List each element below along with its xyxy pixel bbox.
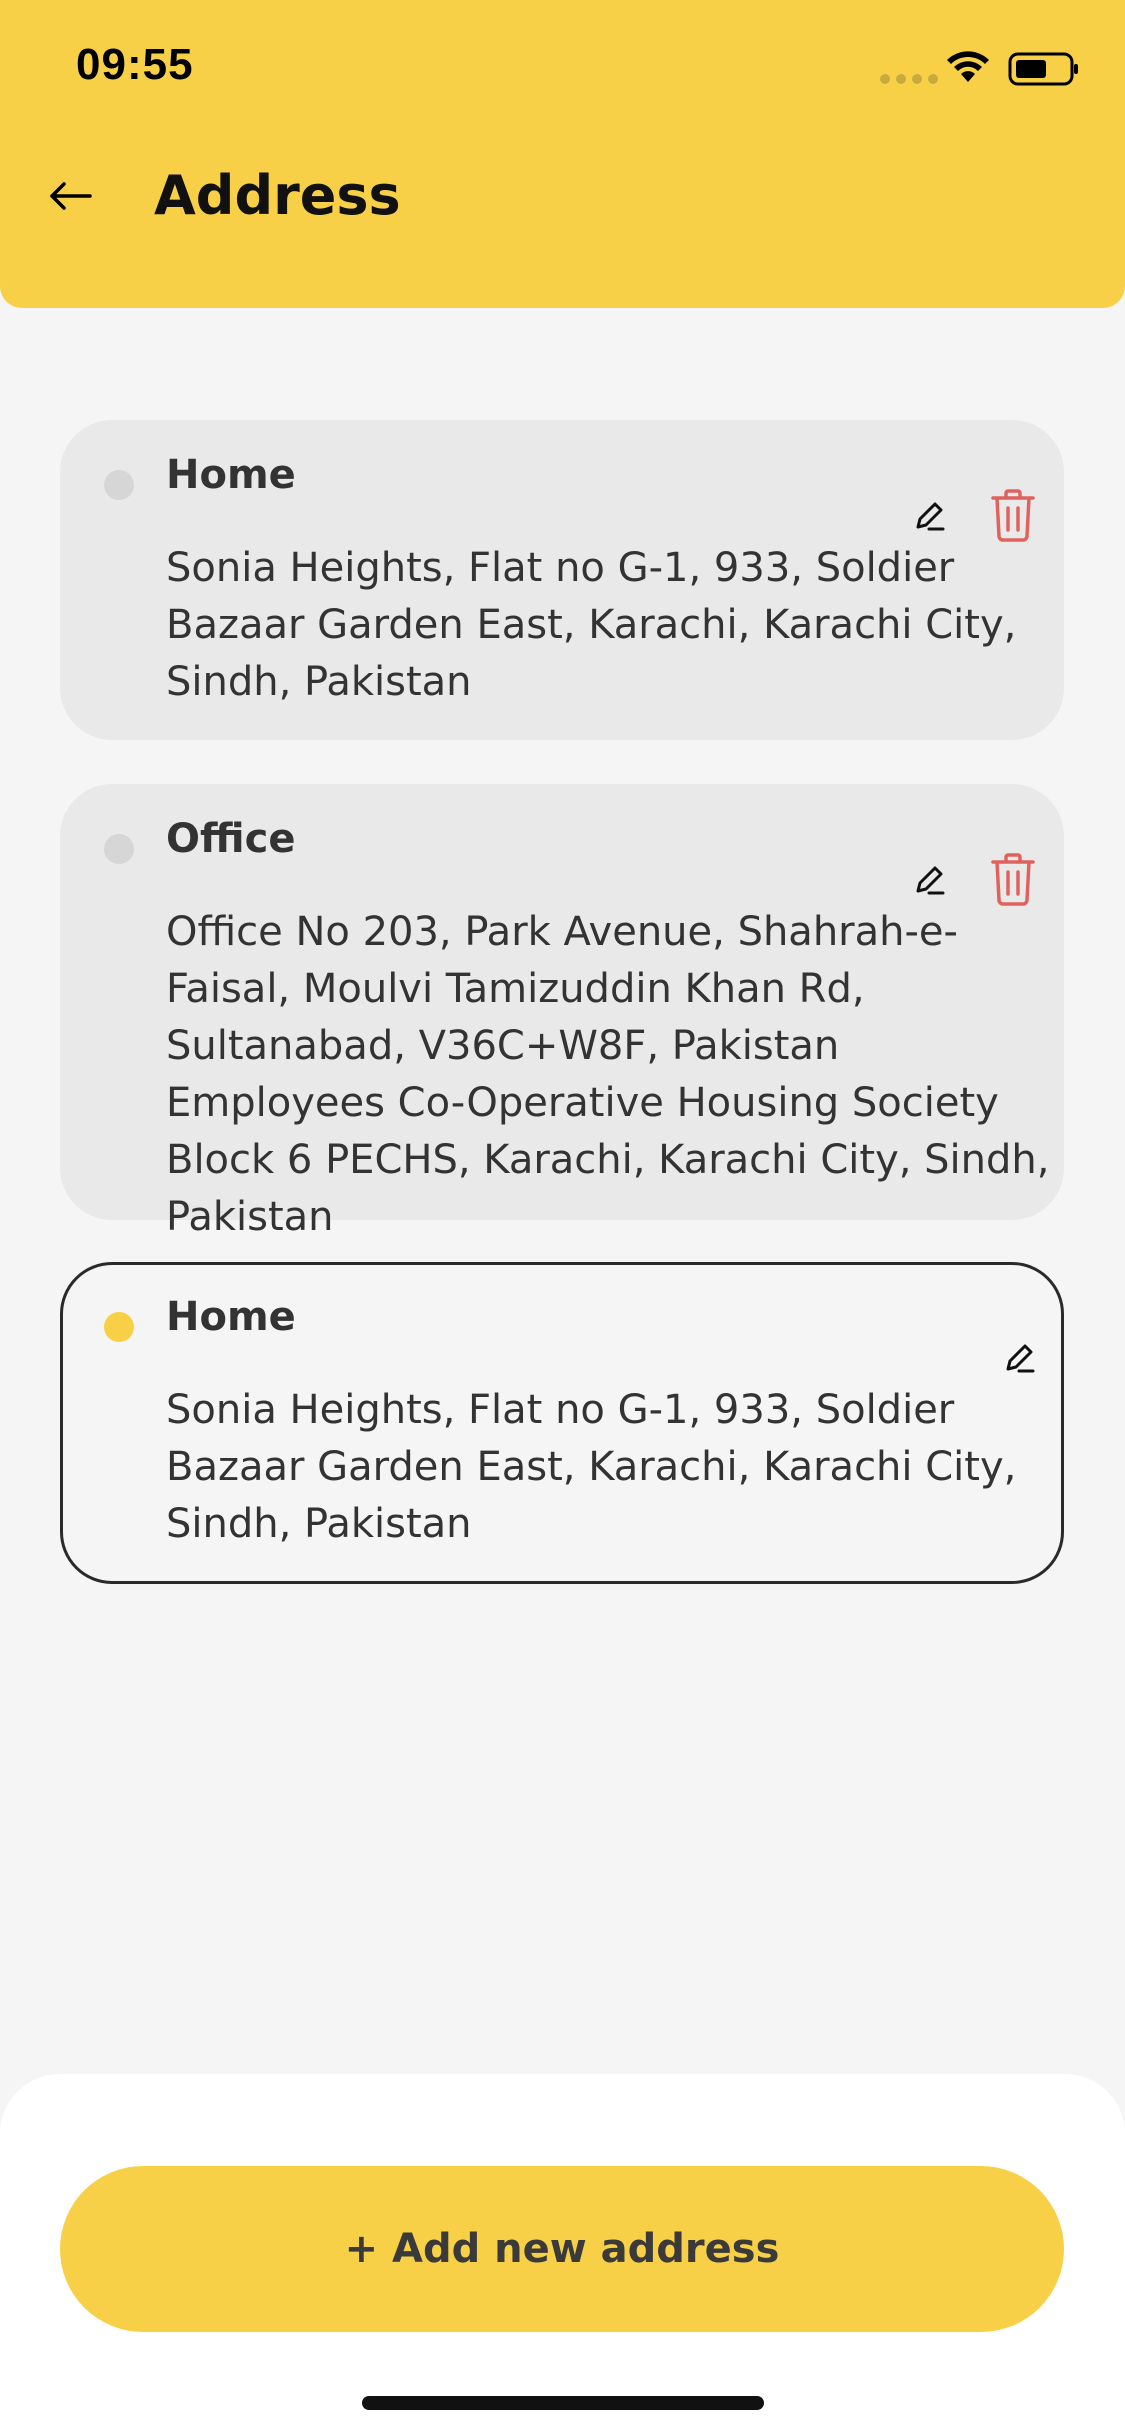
address-card[interactable]: Home Sonia Heights, Flat no G-1, 933, So… bbox=[60, 420, 1064, 740]
bottom-action-bar: + Add new address bbox=[0, 2074, 1125, 2436]
trash-icon bbox=[991, 489, 1035, 542]
address-text: Sonia Heights, Flat no G-1, 933, Soldier… bbox=[166, 1387, 1017, 1547]
wifi-icon bbox=[947, 51, 989, 82]
radio-indicator[interactable] bbox=[104, 834, 134, 864]
address-label: Home bbox=[166, 1294, 296, 1340]
add-new-address-button[interactable]: + Add new address bbox=[60, 2166, 1064, 2332]
home-indicator bbox=[362, 2396, 764, 2410]
radio-indicator-selected[interactable] bbox=[104, 1312, 134, 1342]
status-time: 09:55 bbox=[76, 40, 194, 89]
battery-icon bbox=[1008, 52, 1078, 86]
header: 09:55 Address bbox=[0, 0, 1125, 308]
address-card-selected[interactable]: Home Sonia Heights, Flat no G-1, 933, So… bbox=[60, 1262, 1064, 1584]
page-title: Address bbox=[154, 164, 401, 227]
cellular-signal-icon bbox=[880, 74, 938, 84]
pencil-icon bbox=[1006, 1344, 1035, 1373]
address-label: Office bbox=[166, 816, 296, 862]
trash-icon bbox=[991, 853, 1035, 906]
address-screen: 09:55 Address Home Sonia Heights, Flat n… bbox=[0, 0, 1125, 2436]
back-button[interactable] bbox=[40, 166, 100, 226]
arrow-left-icon bbox=[50, 182, 92, 210]
radio-indicator[interactable] bbox=[104, 470, 134, 500]
address-label: Home bbox=[166, 452, 296, 498]
pencil-icon bbox=[916, 502, 945, 531]
address-text: Sonia Heights, Flat no G-1, 933, Soldier… bbox=[166, 545, 1017, 705]
pencil-icon bbox=[916, 866, 945, 895]
address-text: Office No 203, Park Avenue, Shahrah-e-Fa… bbox=[166, 909, 1050, 1240]
address-card[interactable]: Office Office No 203, Park Avenue, Shahr… bbox=[60, 784, 1064, 1240]
